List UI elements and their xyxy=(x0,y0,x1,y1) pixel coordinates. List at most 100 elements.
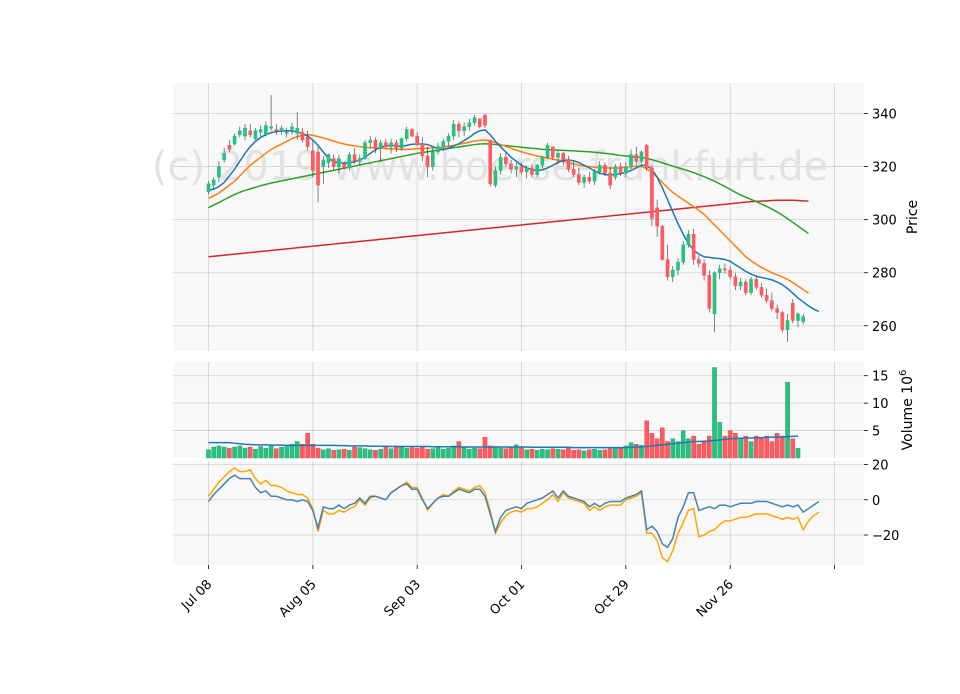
candle-body xyxy=(425,155,430,167)
candle-body xyxy=(232,135,237,145)
candle-body xyxy=(342,163,346,169)
candle-body xyxy=(780,312,785,331)
candle-body xyxy=(639,151,644,162)
candle-body xyxy=(431,151,435,167)
candle-body xyxy=(264,125,268,135)
volume-bar xyxy=(227,447,232,459)
candle-body xyxy=(253,130,258,139)
volume-bar xyxy=(294,441,300,459)
candle-body xyxy=(451,123,456,137)
candle-body xyxy=(519,166,524,173)
volume-bar xyxy=(315,447,321,459)
x-tick-label: Oct 29 xyxy=(592,577,633,618)
x-tick-label: Sep 03 xyxy=(381,577,424,620)
volume-bar xyxy=(253,449,258,459)
candle-body xyxy=(524,167,529,173)
volume-bar xyxy=(753,435,759,459)
candle-body xyxy=(378,142,383,149)
volume-bar xyxy=(769,441,775,459)
volume-bar xyxy=(545,449,550,459)
y-tick-label: 0 xyxy=(872,494,880,509)
candle-body xyxy=(655,207,659,227)
candle-body xyxy=(691,233,696,260)
volume-bar xyxy=(764,435,769,459)
volume-bar xyxy=(456,441,462,459)
chart-root: (c) 2019 www.boerse-frankfurt.de 260 280 3… xyxy=(0,0,960,690)
candle-body xyxy=(571,168,576,175)
candle-body xyxy=(634,154,639,162)
y-tick-label: 15 xyxy=(872,370,889,385)
candle-body xyxy=(712,272,717,315)
candle-body xyxy=(300,131,305,141)
candle-body xyxy=(629,154,633,167)
volume-bar xyxy=(446,447,451,459)
candle-body xyxy=(472,117,477,124)
candle-body xyxy=(550,146,555,158)
volume-bar xyxy=(602,449,608,459)
volume-bar xyxy=(352,446,357,459)
candle-body xyxy=(279,127,284,132)
candle-body xyxy=(535,165,539,175)
candle-body xyxy=(540,157,545,166)
x-tick-label: Nov 26 xyxy=(694,577,737,620)
candle-body xyxy=(269,126,273,129)
volume-bar xyxy=(550,448,556,459)
candle-body xyxy=(498,157,503,171)
candle-body xyxy=(759,287,764,296)
volume-bar xyxy=(435,446,441,459)
volume-bar xyxy=(644,420,649,459)
candle-body xyxy=(462,126,466,132)
candle-body xyxy=(624,166,628,174)
candle-body xyxy=(415,135,419,145)
volume-bar xyxy=(592,449,597,459)
candle-body xyxy=(597,165,602,173)
volume-bar xyxy=(597,450,603,459)
candle-body xyxy=(744,281,748,293)
volume-bar xyxy=(613,447,618,459)
y-tick-label: 340 xyxy=(872,108,897,123)
candle-body xyxy=(702,263,706,276)
candle-body xyxy=(488,139,493,185)
volume-bar xyxy=(795,447,801,459)
candle-body xyxy=(592,171,597,182)
volume-bar xyxy=(701,441,707,459)
y-tick-label: 5 xyxy=(872,425,880,440)
volume-bar xyxy=(560,449,566,459)
candle-body xyxy=(446,135,451,142)
volume-bar xyxy=(790,438,796,459)
candle-body xyxy=(717,268,722,273)
volume-bar xyxy=(467,449,472,459)
candle-body xyxy=(556,153,560,158)
volume-bar xyxy=(320,449,326,459)
y-tick-label: 260 xyxy=(872,320,897,335)
volume-bar xyxy=(425,449,430,459)
candle-body xyxy=(801,316,806,323)
volume-bar xyxy=(451,445,456,459)
candle-body xyxy=(227,145,232,150)
volume-bar xyxy=(493,446,498,459)
volume-bar xyxy=(524,449,530,459)
volume-bar xyxy=(587,449,592,459)
volume-bar xyxy=(628,442,634,459)
volume-bar xyxy=(607,448,613,459)
volume-bar xyxy=(461,446,467,459)
volume-bar xyxy=(242,447,248,459)
volume-axis-label: Volume 106 xyxy=(898,370,916,451)
candle-body xyxy=(274,129,279,132)
volume-bar xyxy=(571,450,576,459)
candle-body xyxy=(457,123,461,132)
candle-body xyxy=(206,183,211,193)
y-tick-label: 20 xyxy=(872,459,889,474)
candle-body xyxy=(394,142,399,149)
candle-body xyxy=(681,244,686,263)
candle-body xyxy=(316,151,320,186)
candle-body xyxy=(483,114,487,126)
candle-body xyxy=(670,269,675,277)
volume-bar xyxy=(707,435,712,459)
candle-body xyxy=(331,158,336,167)
volume-bar xyxy=(508,447,514,459)
price-axis-label: Price xyxy=(905,200,921,234)
volume-bar xyxy=(284,446,290,459)
candle-body xyxy=(770,300,774,309)
volume-bar xyxy=(414,447,420,459)
